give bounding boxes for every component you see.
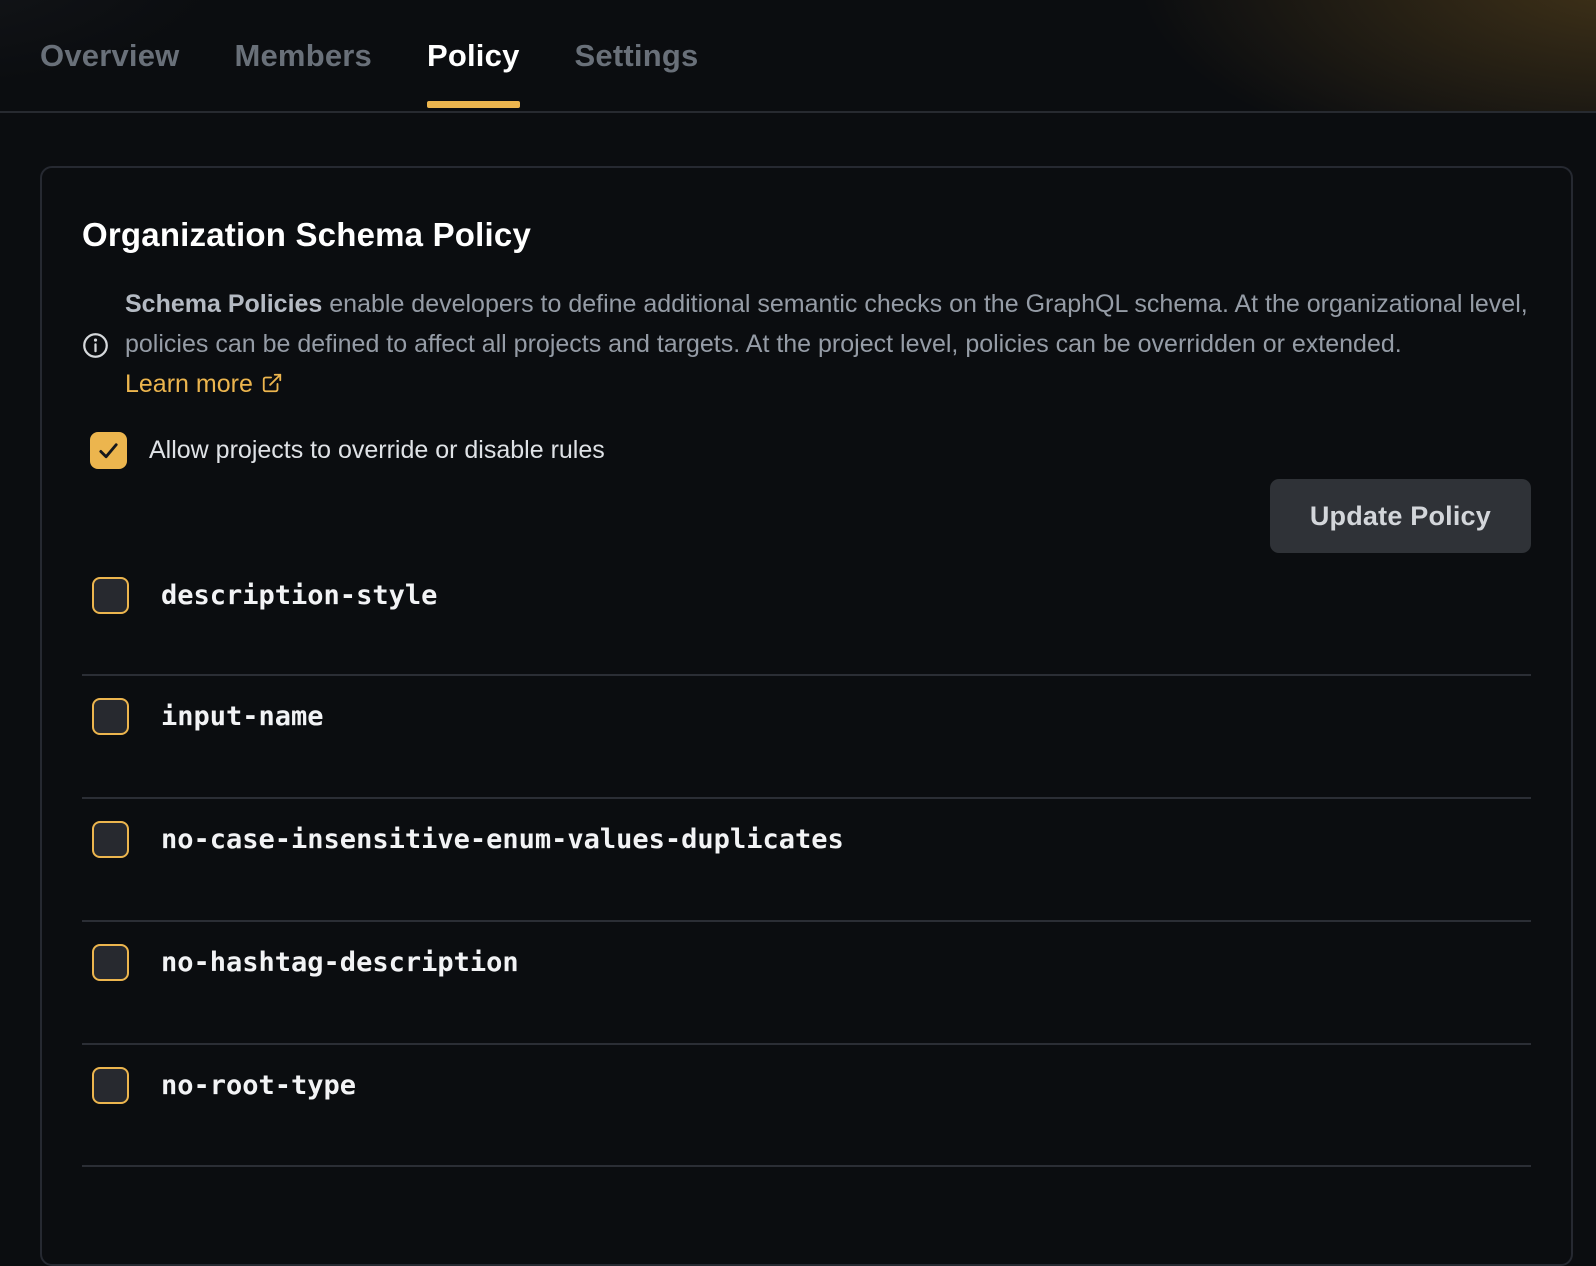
rule-row: no-root-type bbox=[82, 1045, 1531, 1167]
allow-override-checkbox[interactable] bbox=[90, 432, 127, 469]
rule-checkbox-no-root-type[interactable] bbox=[92, 1067, 129, 1104]
rule-checkbox-no-case-insensitive-enum-values-duplicates[interactable] bbox=[92, 821, 129, 858]
actions-row: Update Policy bbox=[82, 479, 1531, 553]
rule-row: description-style bbox=[82, 561, 1531, 676]
info-icon bbox=[82, 332, 109, 359]
rule-name-label[interactable]: no-root-type bbox=[161, 1070, 356, 1101]
rule-name-label[interactable]: description-style bbox=[161, 580, 437, 611]
check-icon bbox=[97, 439, 120, 462]
rule-name-label[interactable]: input-name bbox=[161, 701, 324, 732]
policy-description-lead: Schema Policies bbox=[125, 290, 322, 318]
update-policy-button[interactable]: Update Policy bbox=[1270, 479, 1531, 553]
rule-checkbox-description-style[interactable] bbox=[92, 577, 129, 614]
learn-more-label: Learn more bbox=[125, 370, 253, 398]
rule-name-label[interactable]: no-hashtag-description bbox=[161, 947, 519, 978]
rule-checkbox-input-name[interactable] bbox=[92, 698, 129, 735]
tab-members[interactable]: Members bbox=[234, 0, 372, 111]
tab-settings[interactable]: Settings bbox=[575, 0, 699, 111]
rule-row: no-hashtag-description bbox=[82, 922, 1531, 1045]
policy-description: Schema Policies enable developers to def… bbox=[125, 284, 1531, 406]
external-link-icon bbox=[261, 366, 283, 406]
page-title: Organization Schema Policy bbox=[82, 216, 1531, 254]
allow-override-row: Allow projects to override or disable ru… bbox=[90, 432, 1531, 469]
learn-more-link[interactable]: Learn more bbox=[125, 370, 283, 398]
rule-row: no-case-insensitive-enum-values-duplicat… bbox=[82, 799, 1531, 922]
allow-override-label[interactable]: Allow projects to override or disable ru… bbox=[149, 436, 605, 465]
policy-description-body: enable developers to define additional s… bbox=[125, 290, 1528, 358]
tab-overview[interactable]: Overview bbox=[40, 0, 179, 111]
tab-policy[interactable]: Policy bbox=[427, 0, 520, 111]
org-tabs-header: Overview Members Policy Settings bbox=[0, 0, 1596, 113]
rule-checkbox-no-hashtag-description[interactable] bbox=[92, 944, 129, 981]
rule-name-label[interactable]: no-case-insensitive-enum-values-duplicat… bbox=[161, 824, 844, 855]
schema-policy-card: Organization Schema Policy Schema Polici… bbox=[40, 166, 1573, 1266]
rule-row: input-name bbox=[82, 676, 1531, 799]
rules-list: description-style input-name no-case-ins… bbox=[82, 561, 1531, 1167]
policy-info-callout: Schema Policies enable developers to def… bbox=[82, 284, 1531, 406]
